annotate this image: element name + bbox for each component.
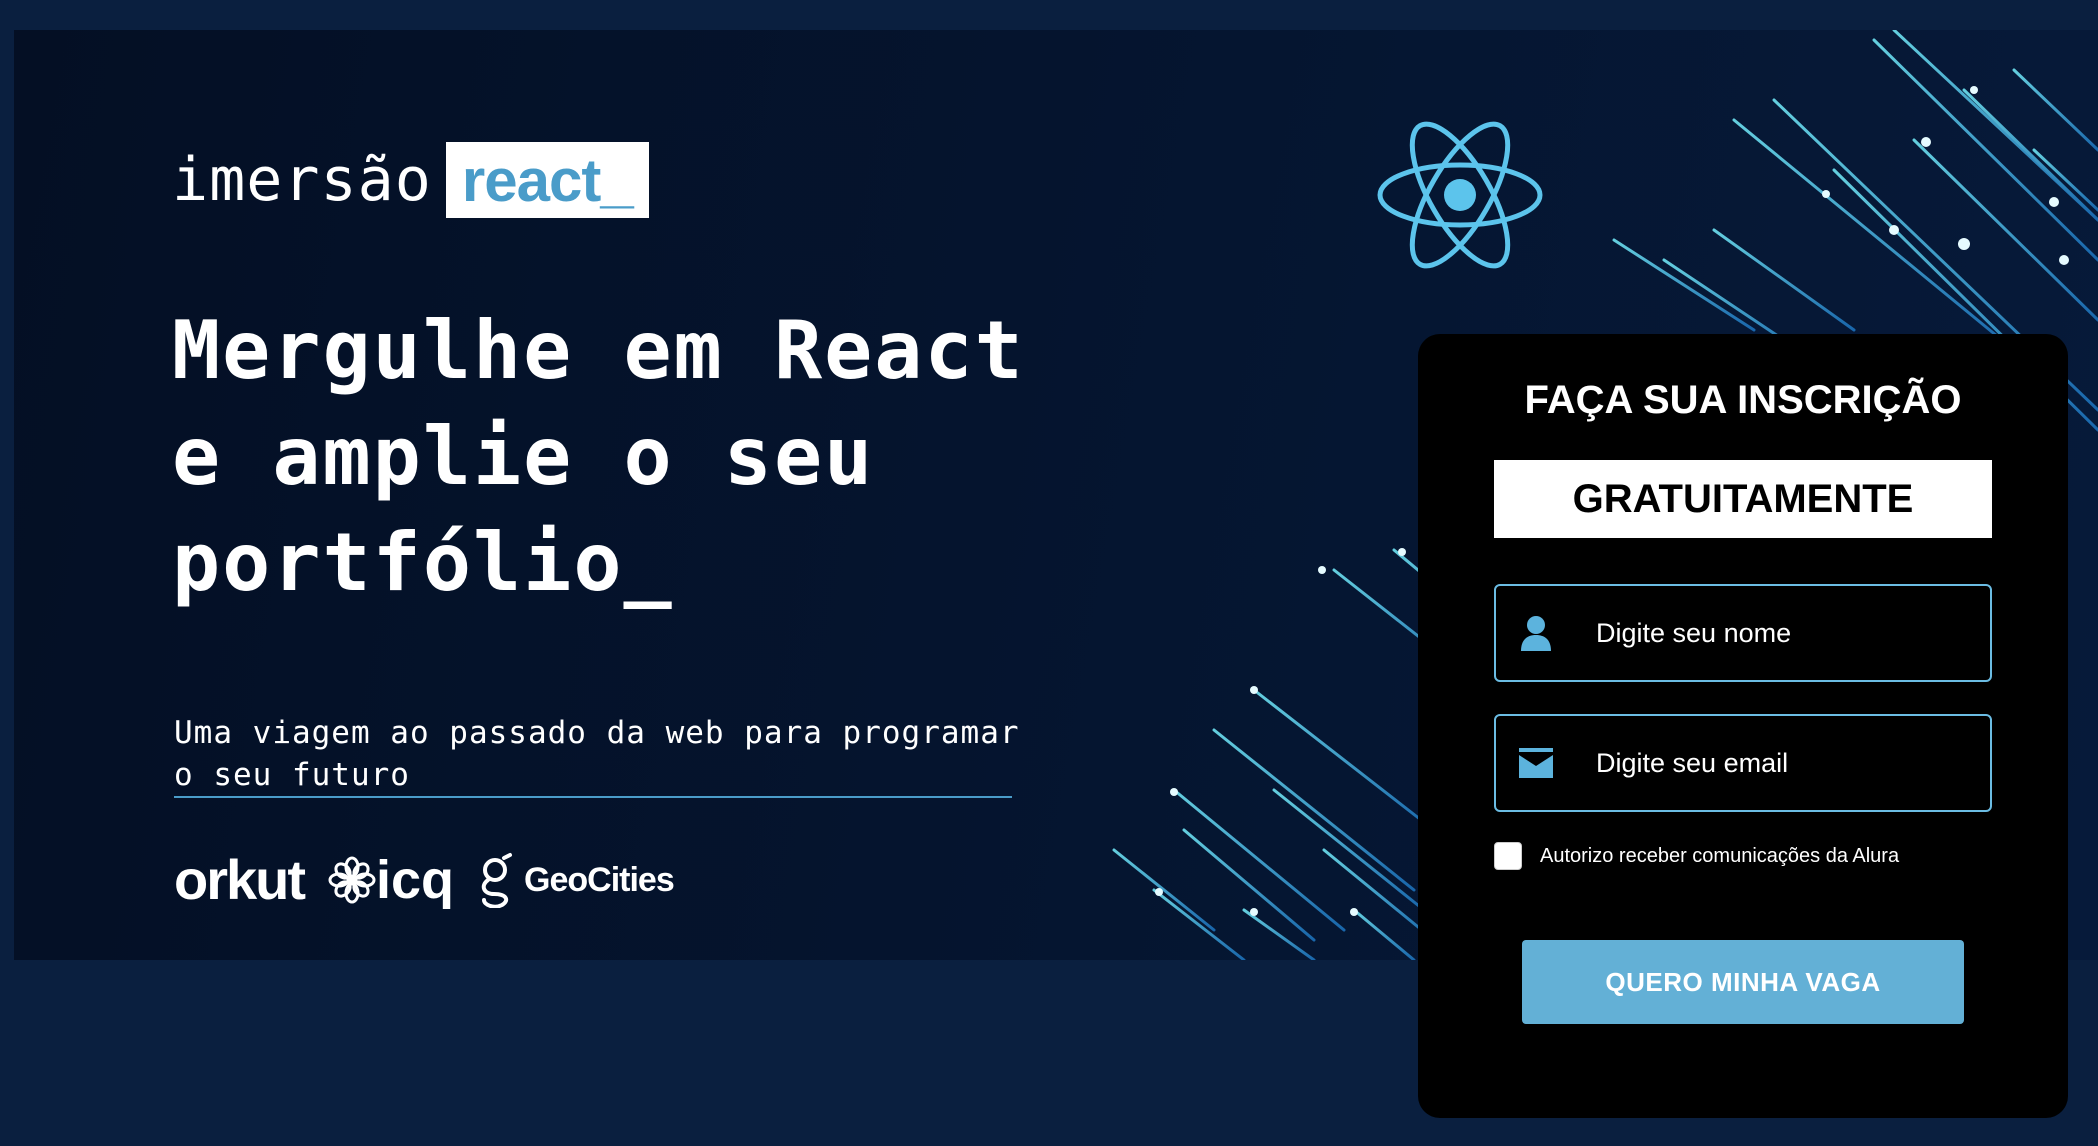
- flower-icon: [328, 856, 376, 904]
- name-input[interactable]: [1594, 616, 1978, 650]
- logo-imersao-text: imersão: [172, 145, 432, 215]
- imersao-react-logo: imersão react_: [172, 142, 649, 218]
- logo-react-badge: react_: [445, 142, 649, 218]
- headline-line: Mergulhe em React: [172, 304, 1025, 397]
- headline-line: e amplie o seu: [172, 410, 875, 503]
- icq-logo-text: icq: [376, 850, 455, 910]
- page-subtitle: Uma viagem ao passado da web para progra…: [174, 712, 1034, 796]
- email-field[interactable]: [1494, 714, 1992, 812]
- signup-form-panel: FAÇA SUA INSCRIÇÃO GRATUITAMENTE Autoriz…: [1418, 334, 2068, 1118]
- subtitle-line: Uma viagem ao passado da web para progra…: [174, 715, 1020, 751]
- partner-logos: orkut icq GeoCities: [174, 848, 675, 911]
- form-title: FAÇA SUA INSCRIÇÃO: [1524, 378, 1962, 422]
- submit-button[interactable]: QUERO MINHA VAGA: [1522, 940, 1964, 1024]
- subtitle-line: o seu futuro: [174, 757, 410, 793]
- orkut-logo: orkut: [174, 848, 306, 911]
- consent-label: Autorizo receber comunicações da Alura: [1540, 844, 1900, 867]
- headline-line: portfólio_: [172, 516, 674, 609]
- mail-icon: [1516, 743, 1556, 783]
- page-headline: Mergulhe em React e amplie o seu portfól…: [172, 298, 1072, 616]
- name-field[interactable]: [1494, 584, 1992, 682]
- geocities-icon: [481, 853, 513, 908]
- icq-logo: icq: [328, 853, 454, 907]
- consent-row: Autorizo receber comunicações da Alura: [1494, 842, 1899, 870]
- react-logo-icon: [1377, 121, 1543, 269]
- user-icon: [1516, 613, 1556, 653]
- geocities-logo-text: GeoCities: [524, 860, 675, 899]
- consent-checkbox[interactable]: [1494, 842, 1522, 870]
- email-input[interactable]: [1594, 746, 1978, 780]
- form-badge-free: GRATUITAMENTE: [1494, 460, 1992, 538]
- geocities-logo: GeoCities: [478, 852, 675, 908]
- divider: [174, 796, 1012, 798]
